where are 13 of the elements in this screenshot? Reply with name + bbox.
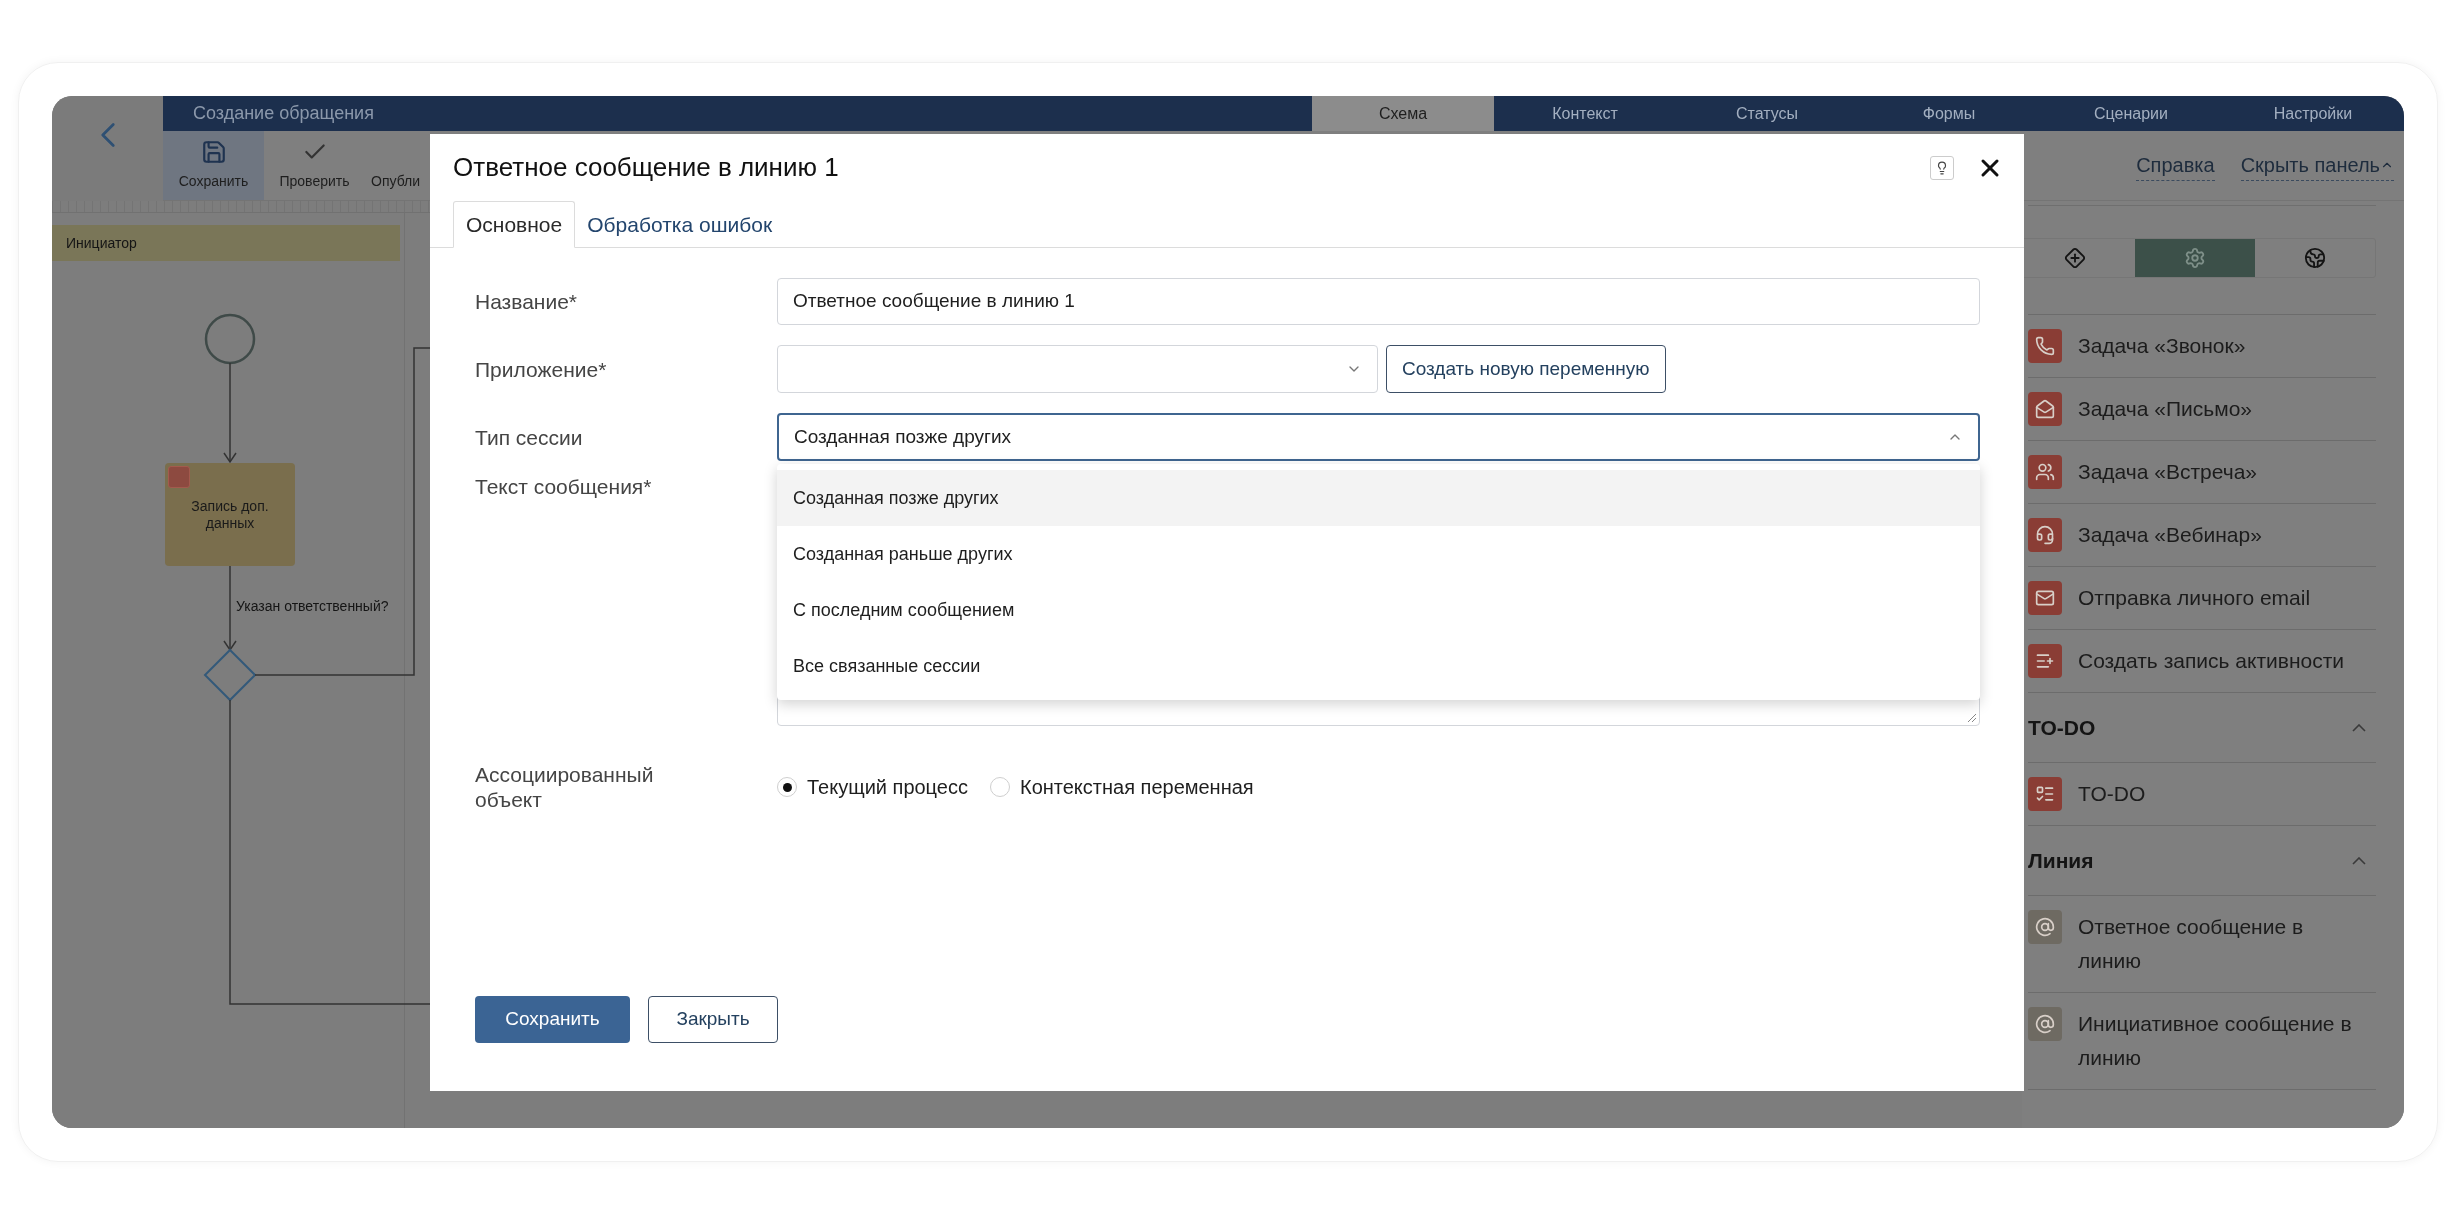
field-label: Ассоциированный объект bbox=[475, 762, 655, 812]
group-title: TO-DO bbox=[2028, 714, 2096, 741]
group-title: Линия bbox=[2028, 847, 2094, 874]
field-label: Тип сессии bbox=[475, 424, 584, 450]
condition-label: Указан ответственный? bbox=[236, 598, 389, 614]
field-label: Название* bbox=[475, 289, 579, 314]
field-label: Текст сообщения* bbox=[475, 474, 653, 499]
lane-header: Инициатор bbox=[52, 225, 400, 261]
field-label: Приложение* bbox=[475, 356, 608, 382]
radio-label: Контекстная переменная bbox=[1020, 775, 1254, 800]
process-title: Создание обращения bbox=[192, 102, 374, 125]
dialog-title: Ответное сообщение в линию 1 bbox=[453, 151, 839, 184]
radio-label: Текущий процесс bbox=[807, 775, 968, 800]
